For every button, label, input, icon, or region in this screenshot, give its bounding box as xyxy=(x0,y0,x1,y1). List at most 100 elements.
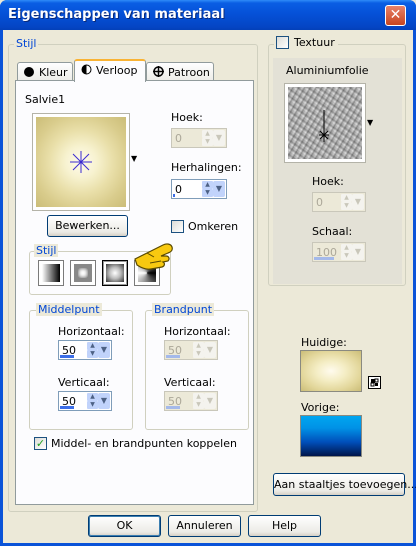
focal-horizontal-progress xyxy=(166,355,180,358)
up-arrow-icon[interactable]: ▲ xyxy=(193,342,204,350)
focal-vertical-label: Verticaal: xyxy=(164,376,216,389)
texture-angle-icon xyxy=(319,110,329,142)
previous-material-swatch[interactable] xyxy=(300,415,362,457)
cancel-button[interactable]: Annuleren xyxy=(168,515,241,537)
up-arrow-icon[interactable]: ▲ xyxy=(193,393,204,401)
repeats-progress xyxy=(173,194,175,197)
ok-button[interactable]: OK xyxy=(88,515,161,537)
chevron-down-icon[interactable]: ▼ xyxy=(98,342,110,358)
style-rectangular-button[interactable] xyxy=(70,260,96,286)
window-title: Eigenschappen van materiaal xyxy=(8,7,225,22)
repeats-stepper[interactable]: 0 ▲ ▼ ▼ xyxy=(171,179,227,199)
edit-button[interactable]: Bewerken... xyxy=(47,215,128,237)
repeats-arrows[interactable]: ▲ ▼ xyxy=(202,181,213,197)
add-to-swatches-button[interactable]: Aan staaltjes toevoegen... xyxy=(273,473,416,496)
style-sunburst-button[interactable] xyxy=(102,260,128,286)
previous-label: Vorige: xyxy=(301,401,340,414)
down-arrow-icon[interactable]: ▼ xyxy=(193,350,204,358)
texture-angle-value: 0 xyxy=(316,196,323,209)
reverse-checkbox[interactable] xyxy=(171,220,184,233)
texture-preview-frame[interactable] xyxy=(284,83,366,163)
title-bar[interactable]: Eigenschappen van materiaal ✕ xyxy=(0,0,416,30)
reverse-label[interactable]: Omkeren xyxy=(188,220,238,233)
texture-label[interactable]: Textuur xyxy=(294,36,335,49)
center-vertical-arrows[interactable]: ▲ ▼ xyxy=(87,393,98,409)
repeats-value[interactable]: 0 xyxy=(175,183,182,196)
focal-horizontal-arrows[interactable]: ▲ ▼ xyxy=(193,342,204,358)
focal-horizontal-label: Horizontaal: xyxy=(164,325,231,338)
texture-dropdown-arrow-icon[interactable]: ▼ xyxy=(367,118,373,127)
angle-value: 0 xyxy=(175,132,182,145)
texture-name: Aluminiumfolie xyxy=(286,64,369,77)
up-arrow-icon[interactable]: ▲ xyxy=(202,181,213,189)
focal-vertical-progress xyxy=(166,406,180,409)
gradient-name: Salvie1 xyxy=(25,93,66,106)
tab-verloop[interactable]: Verloop xyxy=(74,59,146,82)
down-arrow-icon[interactable]: ▼ xyxy=(202,138,213,146)
texture-angle-arrows[interactable]: ▲ ▼ xyxy=(341,194,352,210)
chevron-down-icon[interactable]: ▼ xyxy=(98,393,110,409)
link-points-checkbox[interactable]: ✓ xyxy=(34,437,47,450)
down-arrow-icon[interactable]: ▼ xyxy=(87,401,98,409)
focal-vertical-stepper[interactable]: 50 ▲ ▼ ▼ xyxy=(164,391,218,411)
swap-icon xyxy=(370,378,379,387)
texture-scale-arrows[interactable]: ▲ ▼ xyxy=(341,244,352,260)
gradient-tab-icon xyxy=(81,64,92,75)
center-vertical-label: Verticaal: xyxy=(58,376,110,389)
down-arrow-icon[interactable]: ▼ xyxy=(341,202,352,210)
chevron-down-icon[interactable]: ▼ xyxy=(352,194,364,210)
rectangular-gradient-icon xyxy=(74,264,92,282)
chevron-down-icon[interactable]: ▼ xyxy=(204,342,216,358)
repeats-label: Herhalingen: xyxy=(171,161,242,174)
center-horizontal-stepper[interactable]: 50 ▲ ▼ ▼ xyxy=(58,340,112,360)
focal-vertical-arrows[interactable]: ▲ ▼ xyxy=(193,393,204,409)
up-arrow-icon[interactable]: ▲ xyxy=(341,244,352,252)
texture-scale-stepper[interactable]: 100 ▲ ▼ ▼ xyxy=(312,242,366,262)
gradient-style-label: Stijl xyxy=(34,244,59,257)
chevron-down-icon[interactable]: ▼ xyxy=(352,244,364,260)
angle-arrows[interactable]: ▲ ▼ xyxy=(202,130,213,146)
texture-scale-label: Schaal: xyxy=(312,225,353,238)
swap-button[interactable] xyxy=(368,376,381,389)
angle-stepper[interactable]: 0 ▲ ▼ ▼ xyxy=(171,128,227,148)
center-vertical-stepper[interactable]: 50 ▲ ▼ ▼ xyxy=(58,391,112,411)
color-dot-icon xyxy=(24,67,34,77)
help-button[interactable]: Help xyxy=(248,515,321,537)
up-arrow-icon[interactable]: ▲ xyxy=(341,194,352,202)
center-point-label: Middelpunt xyxy=(36,303,102,316)
texture-angle-label: Hoek: xyxy=(312,175,344,188)
tab-verloop-label: Verloop xyxy=(96,64,138,77)
down-arrow-icon[interactable]: ▼ xyxy=(341,252,352,260)
gradient-dropdown-arrow-icon[interactable]: ▼ xyxy=(131,154,137,163)
style-linear-button[interactable] xyxy=(38,260,64,286)
tab-patroon[interactable]: Patroon xyxy=(146,62,214,82)
tab-kleur[interactable]: Kleur xyxy=(17,62,73,82)
down-arrow-icon[interactable]: ▼ xyxy=(193,401,204,409)
gradient-preview-frame[interactable] xyxy=(32,113,130,211)
chevron-down-icon[interactable]: ▼ xyxy=(213,181,225,197)
up-arrow-icon[interactable]: ▲ xyxy=(87,342,98,350)
up-arrow-icon[interactable]: ▲ xyxy=(87,393,98,401)
center-horizontal-label: Horizontaal: xyxy=(58,325,125,338)
texture-angle-stepper[interactable]: 0 ▲ ▼ ▼ xyxy=(312,192,366,212)
focal-horizontal-stepper[interactable]: 50 ▲ ▼ ▼ xyxy=(164,340,218,360)
down-arrow-icon[interactable]: ▼ xyxy=(87,350,98,358)
texture-scale-progress xyxy=(314,257,334,260)
angle-label-text: Hoek: xyxy=(171,111,203,124)
current-label: Huidige: xyxy=(301,336,347,349)
center-point-icon xyxy=(70,151,92,173)
angle-label: Hoek: xyxy=(171,111,203,124)
texture-header: Textuur xyxy=(274,36,338,50)
down-arrow-icon[interactable]: ▼ xyxy=(202,189,213,197)
chevron-down-icon[interactable]: ▼ xyxy=(204,393,216,409)
center-horizontal-arrows[interactable]: ▲ ▼ xyxy=(87,342,98,358)
close-button[interactable]: ✕ xyxy=(385,5,406,26)
tab-patroon-label: Patroon xyxy=(168,66,210,79)
focal-point-label: Brandpunt xyxy=(152,303,215,316)
up-arrow-icon[interactable]: ▲ xyxy=(202,130,213,138)
dialog-window: Eigenschappen van materiaal ✕ Stijl Kleu… xyxy=(0,0,416,546)
chevron-down-icon[interactable]: ▼ xyxy=(213,130,225,146)
tab-kleur-label: Kleur xyxy=(39,66,68,79)
link-points-label[interactable]: Middel- en brandpunten koppelen xyxy=(51,437,237,450)
texture-checkbox[interactable] xyxy=(276,36,289,49)
